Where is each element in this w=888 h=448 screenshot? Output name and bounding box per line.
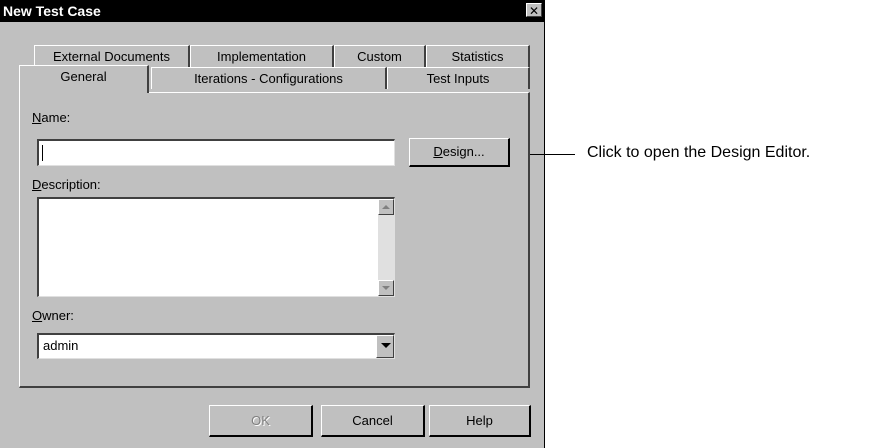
text-cursor — [42, 145, 43, 161]
description-label-accelerator: D — [32, 177, 42, 192]
design-button[interactable]: Design... — [409, 138, 510, 167]
scroll-down-button[interactable] — [378, 280, 394, 296]
tab-external-documents[interactable]: External Documents — [34, 45, 190, 67]
description-label: Description: — [32, 177, 101, 192]
tab-implementation[interactable]: Implementation — [190, 45, 334, 67]
ok-button-label: OK — [251, 413, 270, 428]
tab-test-inputs[interactable]: Test Inputs — [387, 67, 530, 89]
tab-label: External Documents — [52, 49, 171, 64]
tab-label: Custom — [357, 49, 402, 64]
cancel-button[interactable]: Cancel — [321, 405, 425, 437]
general-tab-panel: Name: Design... Description: Owner: admi… — [19, 92, 530, 388]
ok-button[interactable]: OK — [209, 405, 313, 437]
name-label-text: ame: — [41, 110, 71, 125]
cancel-button-label: Cancel — [352, 413, 393, 428]
arrow-up-icon — [382, 205, 390, 209]
close-button[interactable]: ✕ — [526, 3, 542, 18]
design-button-accelerator: D — [433, 144, 443, 159]
owner-label-text: wner: — [42, 308, 74, 323]
tab-label: Implementation — [217, 49, 306, 64]
tab-label: Iterations - Configurations — [194, 71, 343, 86]
help-button[interactable]: Help — [429, 405, 531, 437]
description-textarea[interactable] — [37, 197, 395, 297]
name-label-accelerator: N — [32, 110, 42, 125]
arrow-down-icon — [382, 286, 390, 290]
tab-statistics[interactable]: Statistics — [426, 45, 530, 67]
scroll-up-button[interactable] — [378, 199, 394, 215]
owner-select-value: admin — [43, 338, 79, 353]
tab-custom[interactable]: Custom — [334, 45, 426, 67]
owner-label: Owner: — [32, 308, 74, 323]
title-bar: New Test Case ✕ — [0, 0, 544, 22]
help-button-label: Help — [466, 413, 493, 428]
name-input[interactable] — [37, 139, 395, 166]
name-label: Name: — [32, 110, 70, 125]
callout-annotation: Click to open the Design Editor. — [587, 144, 811, 161]
tab-label: Test Inputs — [426, 71, 490, 86]
description-scrollbar[interactable] — [378, 199, 394, 296]
new-test-case-dialog: New Test Case ✕ External Documents Imple… — [0, 0, 545, 448]
design-button-label: esign... — [442, 144, 485, 159]
window-title: New Test Case — [3, 3, 101, 19]
tab-label: Statistics — [451, 49, 504, 64]
tab-general[interactable]: General — [19, 65, 149, 93]
owner-label-accelerator: O — [32, 308, 43, 323]
owner-dropdown-button[interactable] — [376, 335, 394, 358]
description-label-text: escription: — [41, 177, 101, 192]
tab-label: General — [60, 69, 107, 84]
tab-iterations-configurations[interactable]: Iterations - Configurations — [151, 67, 387, 89]
chevron-down-icon — [381, 343, 391, 348]
close-icon: ✕ — [528, 4, 540, 18]
owner-select[interactable]: admin — [37, 333, 395, 359]
